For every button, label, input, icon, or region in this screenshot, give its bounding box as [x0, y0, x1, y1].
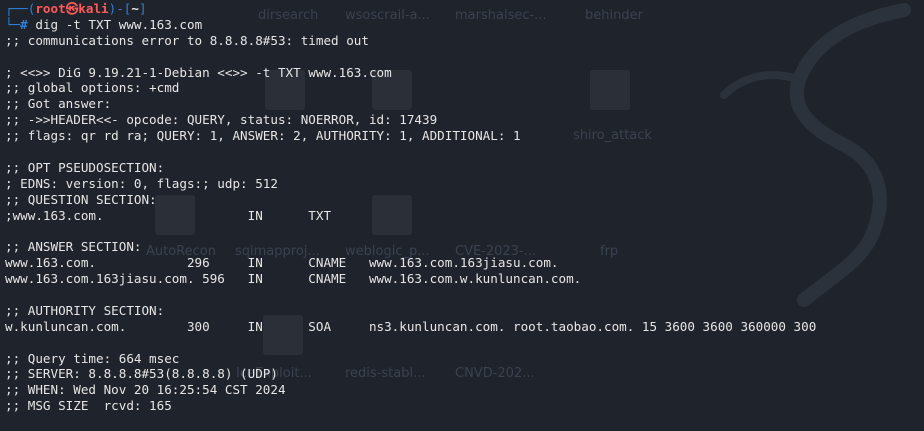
prompt-host: kali: [78, 1, 109, 16]
prompt-frame-end: ]: [138, 1, 147, 16]
prompt-hash: #: [20, 16, 28, 32]
prompt-user: root: [35, 1, 66, 16]
prompt-line: ┌──(root㉿kali)-[~]: [5, 1, 816, 17]
output-line: ;; QUESTION SECTION:: [5, 191, 157, 207]
output-line: ; EDNS: version: 0, flags:; udp: 512: [5, 175, 278, 191]
output-line: ;; WHEN: Wed Nov 20 16:25:54 CST 2024: [5, 382, 286, 398]
prompt-frame-top: ┌──(: [5, 1, 36, 16]
output-line: www.163.com.163jiasu.com. 596 IN CNAME w…: [5, 271, 582, 287]
output-line: ;; AUTHORITY SECTION:: [5, 302, 165, 318]
command-output: ;; communications error to 8.8.8.8#53: t…: [5, 33, 816, 414]
command-text[interactable]: dig -t TXT www.163.com: [35, 17, 202, 32]
output-line: ;; SERVER: 8.8.8.8#53(8.8.8.8) (UDP): [5, 366, 278, 382]
output-line: www.163.com. 296 IN CNAME www.163.com.16…: [5, 255, 559, 271]
output-line: w.kunluncan.com. 300 IN SOA ns3.kunlunca…: [5, 318, 817, 334]
output-line: ;; ->>HEADER<<- opcode: QUERY, status: N…: [5, 112, 438, 128]
output-line: ; <<>> DiG 9.19.21-1-Debian <<>> -t TXT …: [5, 64, 392, 80]
command-line[interactable]: └─# dig -t TXT www.163.com: [5, 17, 816, 33]
prompt-frame-mid: )-[: [108, 1, 132, 16]
output-line: ;; global options: +cmd: [5, 80, 180, 96]
prompt-directory: ~: [131, 1, 139, 16]
output-line: ;; ANSWER SECTION:: [5, 239, 142, 255]
skull-icon: ㉿: [65, 1, 79, 16]
output-line: ;; MSG SIZE rcvd: 165: [5, 398, 172, 414]
output-line: ;; communications error to 8.8.8.8#53: t…: [5, 32, 369, 48]
output-line: ;; Query time: 664 msec: [5, 350, 180, 366]
prompt-frame-bottom: └─: [5, 16, 21, 32]
output-line: ;; flags: qr rd ra; QUERY: 1, ANSWER: 2,…: [5, 128, 521, 144]
output-line: ;; OPT PSEUDOSECTION:: [5, 159, 165, 175]
terminal-output[interactable]: ┌──(root㉿kali)-[~] └─# dig -t TXT www.16…: [5, 1, 816, 414]
output-line: ;; Got answer:: [5, 96, 112, 112]
output-line: ;www.163.com. IN TXT: [5, 207, 332, 223]
